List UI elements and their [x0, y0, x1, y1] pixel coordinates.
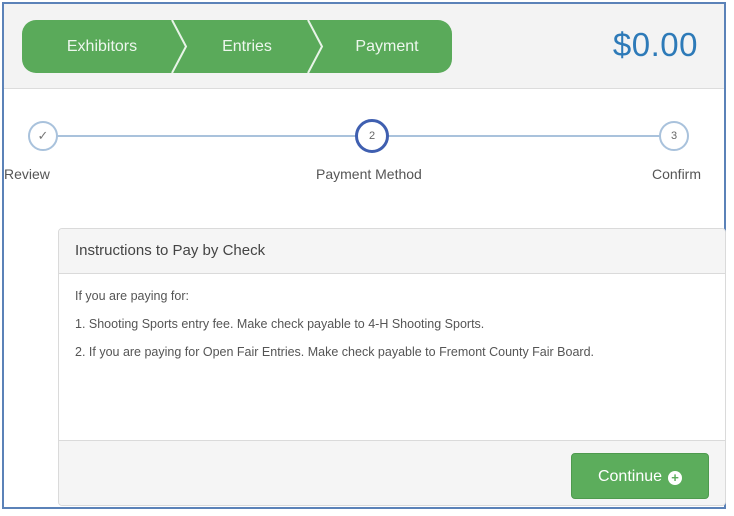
plus-circle-icon: +	[668, 471, 683, 485]
stepper-track	[46, 135, 358, 137]
panel-footer: Continue +	[59, 440, 725, 505]
instructions-title: Instructions to Pay by Check	[59, 229, 725, 274]
instructions-item: 1. Shooting Sports entry fee. Make check…	[75, 317, 485, 331]
step-payment-method-label: Payment Method	[316, 166, 422, 182]
step-confirm-label: Confirm	[652, 166, 702, 182]
step-review-check-icon: ✓	[28, 121, 58, 151]
instructions-item: 2. If you are paying for Open Fair Entri…	[75, 345, 594, 359]
step-payment-method-marker: 2	[355, 119, 389, 153]
progress-stepper: ✓ 2 3 Review Payment Method Confirm	[4, 88, 724, 218]
order-total: $0.00	[612, 26, 698, 63]
checkout-window: Exhibitors Entries Payment $0.00 ✓ 2 3 R…	[2, 2, 726, 509]
continue-button[interactable]: Continue +	[571, 453, 709, 499]
crumb-entries[interactable]: Entries	[182, 20, 312, 73]
instructions-body: If you are paying for: 1. Shooting Sport…	[59, 274, 725, 360]
breadcrumb: Exhibitors Entries Payment	[22, 20, 452, 73]
step-review-label: Review	[4, 166, 50, 182]
step-confirm-marker: 3	[659, 121, 689, 151]
crumb-payment[interactable]: Payment	[322, 20, 452, 73]
continue-button-label: Continue	[597, 468, 663, 485]
wizard-header: Exhibitors Entries Payment $0.00	[4, 4, 724, 89]
stepper-track	[388, 135, 660, 137]
instructions-panel: Instructions to Pay by Check If you are …	[58, 228, 726, 506]
instructions-intro: If you are paying for:	[75, 289, 189, 303]
crumb-exhibitors[interactable]: Exhibitors	[22, 20, 182, 73]
